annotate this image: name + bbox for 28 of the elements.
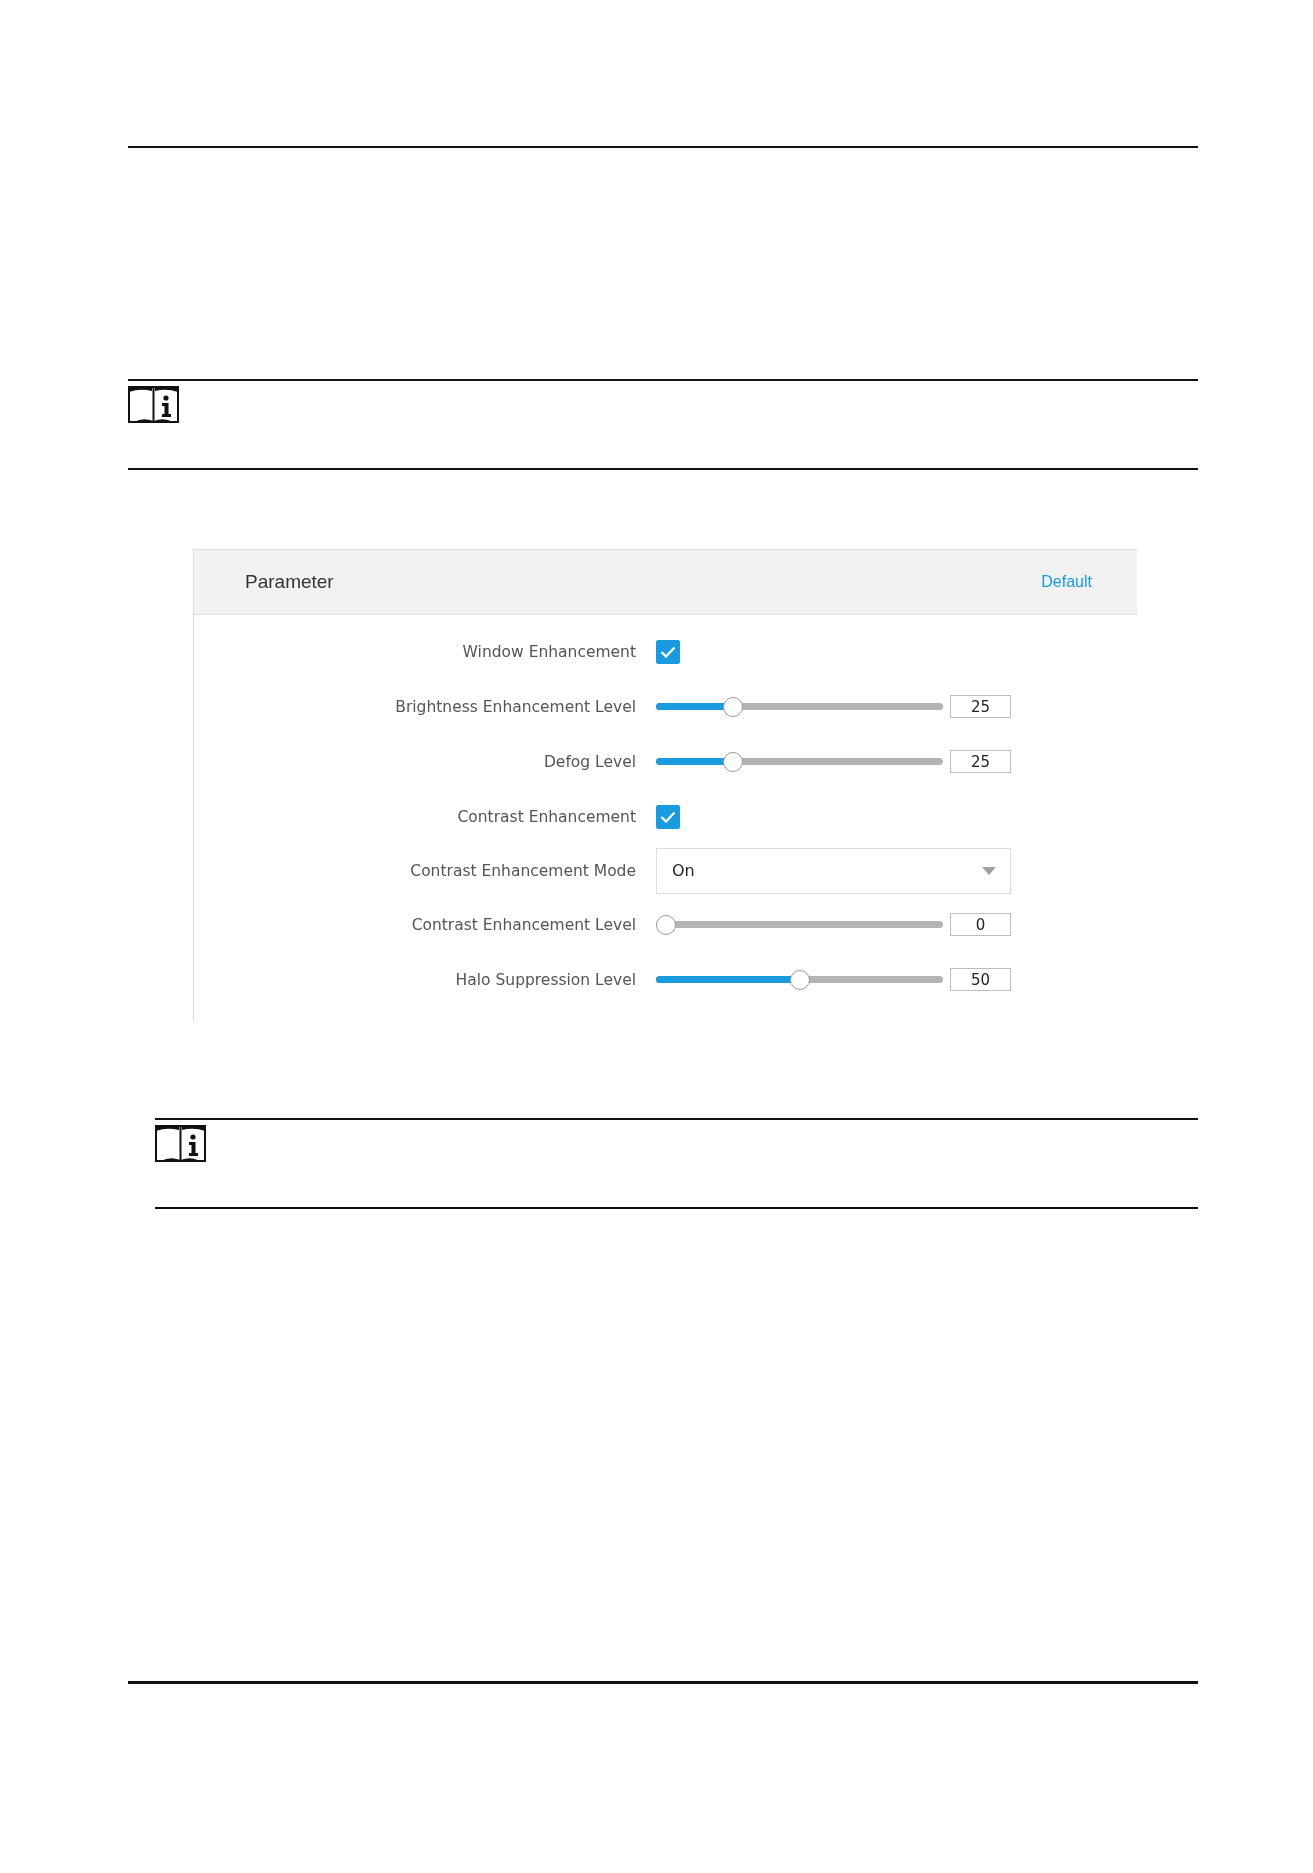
slider-track[interactable] (656, 969, 943, 990)
value-field[interactable]: 25 (950, 695, 1011, 718)
info-book-icon (128, 386, 179, 423)
slider-thumb[interactable] (722, 696, 743, 717)
field-label: Defog Level (543, 752, 636, 771)
slider-track[interactable] (656, 914, 943, 935)
field-label: Contrast Enhancement Level (411, 915, 636, 934)
slider-thumb[interactable] (789, 969, 810, 990)
check-icon (660, 645, 676, 658)
slider-thumb[interactable] (656, 914, 676, 935)
field-label: Contrast Enhancement Mode (410, 861, 636, 880)
field-label: Contrast Enhancement (457, 807, 636, 826)
checkbox[interactable] (656, 639, 680, 664)
checkbox[interactable] (656, 804, 680, 829)
value-field[interactable]: 50 (950, 968, 1011, 991)
slider-thumb[interactable] (722, 751, 743, 772)
field-label: Halo Suppression Level (455, 970, 636, 989)
field-label: Window Enhancement (462, 642, 636, 661)
mode-dropdown[interactable]: On (656, 847, 1011, 894)
value-field[interactable]: 0 (950, 913, 1011, 936)
slider-track[interactable] (656, 751, 943, 772)
info-book-icon (155, 1125, 206, 1162)
panel-title: Parameter (245, 571, 334, 593)
field-label: Brightness Enhancement Level (395, 697, 636, 716)
caret-icon (982, 866, 996, 875)
value-field[interactable]: 25 (950, 750, 1011, 773)
slider-track[interactable] (656, 696, 943, 717)
check-icon (660, 810, 676, 823)
